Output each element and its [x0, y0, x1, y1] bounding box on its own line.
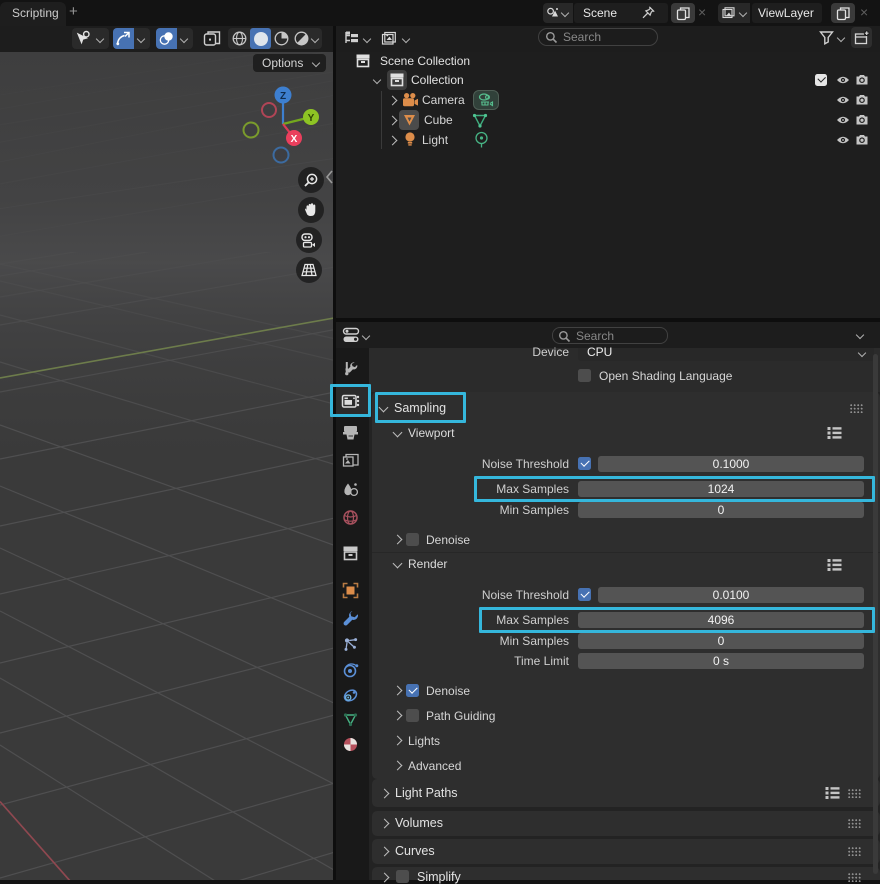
svg-text:Z: Z	[280, 91, 286, 102]
svg-text:X: X	[291, 134, 298, 145]
svg-text:Y: Y	[308, 113, 315, 124]
